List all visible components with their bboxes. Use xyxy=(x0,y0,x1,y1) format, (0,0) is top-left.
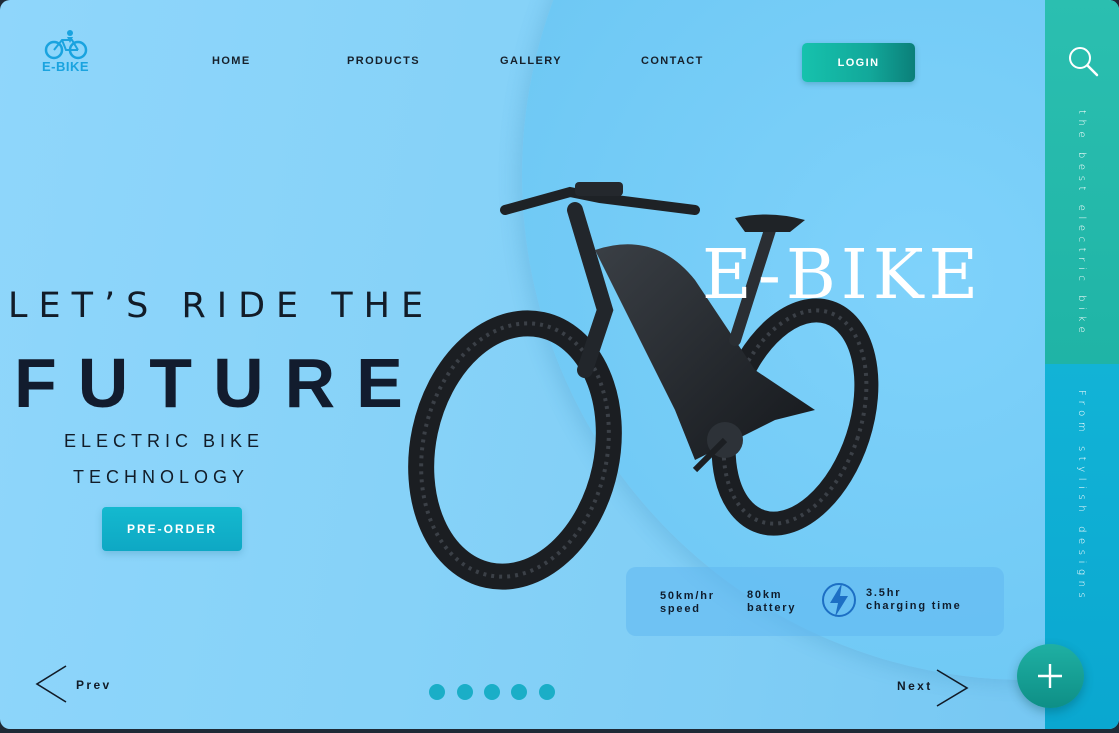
lightning-bolt-icon xyxy=(822,583,856,617)
rail-tagline-bottom: From stylish designs xyxy=(1076,390,1087,604)
spec-charge-value: 3.5hr xyxy=(866,587,902,599)
spec-speed-value: 50km/hr xyxy=(660,590,715,602)
spec-battery-label: battery xyxy=(747,602,797,614)
carousel-dot-4[interactable] xyxy=(511,684,527,700)
carousel-dot-3[interactable] xyxy=(484,684,500,700)
nav-contact[interactable]: CONTACT xyxy=(641,55,704,67)
next-link[interactable]: Next xyxy=(897,679,933,693)
spec-charge-label: charging time xyxy=(866,600,962,612)
carousel-dot-2[interactable] xyxy=(457,684,473,700)
hero-heading-line1: LET’S RIDE THE xyxy=(8,286,435,326)
spec-speed-label: speed xyxy=(660,603,701,615)
rail-tagline-top: the best electric bike xyxy=(1076,110,1087,339)
search-icon[interactable] xyxy=(1066,44,1100,78)
hero-heading-line2: FUTURE xyxy=(14,344,424,422)
hero-subtitle-line1: ELECTRIC BIKE xyxy=(64,431,265,451)
nav-products[interactable]: PRODUCTS xyxy=(347,55,420,67)
login-button[interactable]: LOGIN xyxy=(802,43,915,82)
nav-gallery[interactable]: GALLERY xyxy=(500,55,562,67)
nav-home[interactable]: HOME xyxy=(212,55,251,67)
carousel-dot-5[interactable] xyxy=(539,684,555,700)
spec-battery-value: 80km xyxy=(747,589,783,601)
e-bike-image xyxy=(408,182,879,590)
chevron-right-icon[interactable] xyxy=(934,668,970,708)
carousel-dot-1[interactable] xyxy=(429,684,445,700)
prev-link[interactable]: Prev xyxy=(76,678,112,692)
product-title: E-BIKE xyxy=(702,236,984,315)
logo-text: E-BIKE xyxy=(42,59,90,74)
plus-icon xyxy=(1038,664,1062,688)
add-button[interactable] xyxy=(1017,644,1084,708)
pre-order-button[interactable]: PRE-ORDER xyxy=(102,507,242,551)
hero-subtitle-line2: TECHNOLOGY xyxy=(73,467,250,487)
chevron-left-icon[interactable] xyxy=(34,664,68,704)
landing-page: the best electric bike From stylish desi… xyxy=(0,0,1119,729)
